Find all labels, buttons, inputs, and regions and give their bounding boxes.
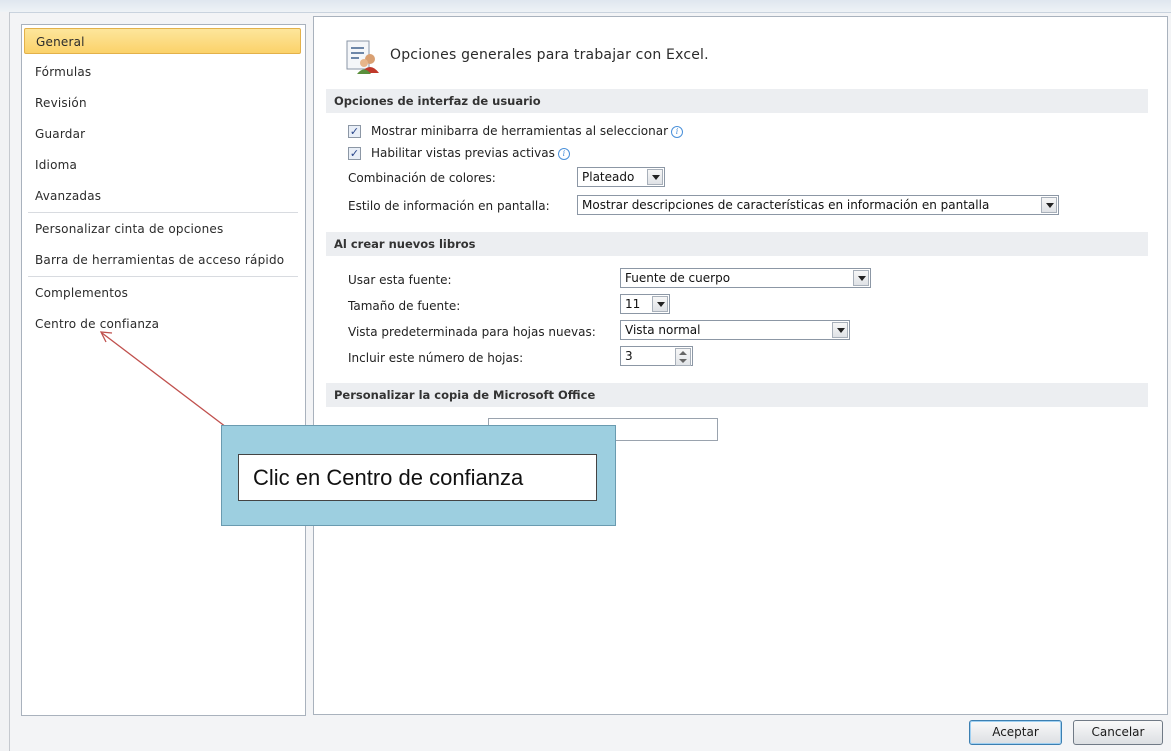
cancel-button[interactable]: Cancelar bbox=[1073, 720, 1163, 745]
callout-text: Clic en Centro de confianza bbox=[238, 454, 597, 501]
ok-button[interactable]: Aceptar bbox=[969, 720, 1062, 745]
callout-annotation: Clic en Centro de confianza bbox=[221, 425, 616, 526]
annotation-arrow bbox=[99, 331, 227, 428]
